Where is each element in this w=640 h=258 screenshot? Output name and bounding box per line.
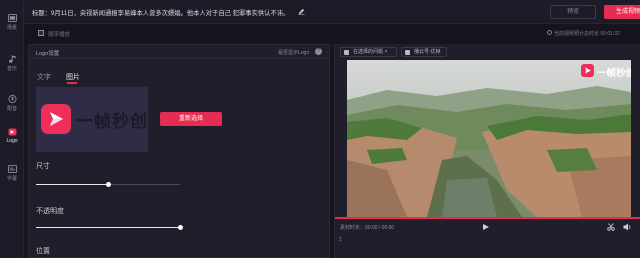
clock-icon [547,30,552,35]
media-duration: 素材时长：00:00 / 00:00 [340,225,395,231]
opacity-slider[interactable] [36,225,183,230]
sidebar-item-label: Logo [6,138,18,144]
download-icon [405,49,410,55]
logo-preview: 一帧秒创 [36,87,148,152]
subtitle-icon [7,165,17,173]
video-title[interactable]: 标题：9月11日，央视新闻通报李易峰本人曾多次嫖娼。他本人对于自己 犯罪事实供认… [32,8,289,17]
sidebar-item-logo[interactable]: Logo [0,128,24,144]
watermark-logo-icon [581,64,594,77]
panel-title: Logo设置 [36,51,60,57]
music-icon [8,55,16,63]
active-tab-indicator [67,82,77,84]
generate-video-button[interactable]: 生成视频 [604,5,640,19]
logo-icon [8,128,16,136]
opacity-slider-fill [36,227,180,228]
sidebar-item-dubbing[interactable]: 配音 [0,95,24,112]
sidebar-item-label: 字幕 [6,176,17,182]
selected-question-chip[interactable]: 在选择的问题 × [340,47,397,57]
size-label: 尺寸 [36,163,50,170]
timeline-marker: 1 [339,237,342,243]
reselect-button[interactable]: 重新选择 [160,112,222,126]
position-label: 位置 [36,248,50,255]
volume-icon[interactable] [623,223,632,231]
sequential-play-label: 顺序播放 [48,32,71,38]
opacity-label: 不透明度 [36,208,64,215]
help-icon[interactable]: ? [315,48,322,55]
video-preview-panel: 在选择的问题 × 播云号-优帧 一帧秒创 素材时长：00:00 / 00:00 … [334,44,640,258]
tab-text[interactable]: 文字 [37,72,51,82]
options-row: 顺序播放 当前视频预计总时长 00:01:32 [24,24,640,42]
sidebar-item-music[interactable]: 音乐 [0,55,24,72]
title-bar: 标题：9月11日，央视新闻通报李易峰本人曾多次嫖娼。他本人对于自己 犯罪事实供认… [24,0,640,24]
sidebar-item-label: 场景 [6,25,17,31]
sidebar-item-subtitle[interactable]: 字幕 [0,165,24,182]
size-slider[interactable] [36,182,180,187]
chip-label: 播云号-优帧 [414,49,441,55]
scene-icon [7,14,17,22]
show-logo-toggle-label[interactable]: 是否显示Logo [278,49,309,56]
watermark-text: 一帧秒创 [597,68,631,79]
size-slider-handle[interactable] [105,182,111,187]
sidebar-item-label: 音乐 [6,66,17,72]
chip-label: 在选择的问题 × [353,49,388,55]
landscape-image [347,60,631,217]
download-chip[interactable]: 播云号-优帧 [401,47,447,57]
sidebar-item-scene[interactable]: 场景 [0,14,24,31]
sequential-play-checkbox[interactable] [38,30,44,36]
player-controls: 素材时长：00:00 / 00:00 1 [335,219,640,258]
opacity-slider-handle[interactable] [177,225,183,230]
logo-text: 一帧秒创 [76,112,148,132]
preview-button[interactable]: 预览 [550,5,596,19]
estimated-duration: 当前视频预计总时长 00:01:32 [554,31,620,37]
panel-header: Logo设置 是否显示Logo ? [29,45,329,59]
sidebar-item-label: 配音 [6,106,17,112]
play-icon[interactable] [483,224,489,230]
sidebar: 场景 音乐 配音 Logo 字幕 [0,0,24,258]
edit-icon[interactable] [298,8,305,15]
scissors-icon[interactable] [607,223,615,231]
video-frame[interactable]: 一帧秒创 [347,60,631,217]
brand-logo-icon [41,104,71,134]
logo-settings-panel: Logo设置 是否显示Logo ? 文字 图片 一帧秒创 重新选择 尺寸 不透明… [28,44,330,258]
link-icon [344,49,349,55]
tab-image[interactable]: 图片 [66,72,80,82]
size-slider-fill [36,184,108,185]
dubbing-icon [8,95,16,103]
